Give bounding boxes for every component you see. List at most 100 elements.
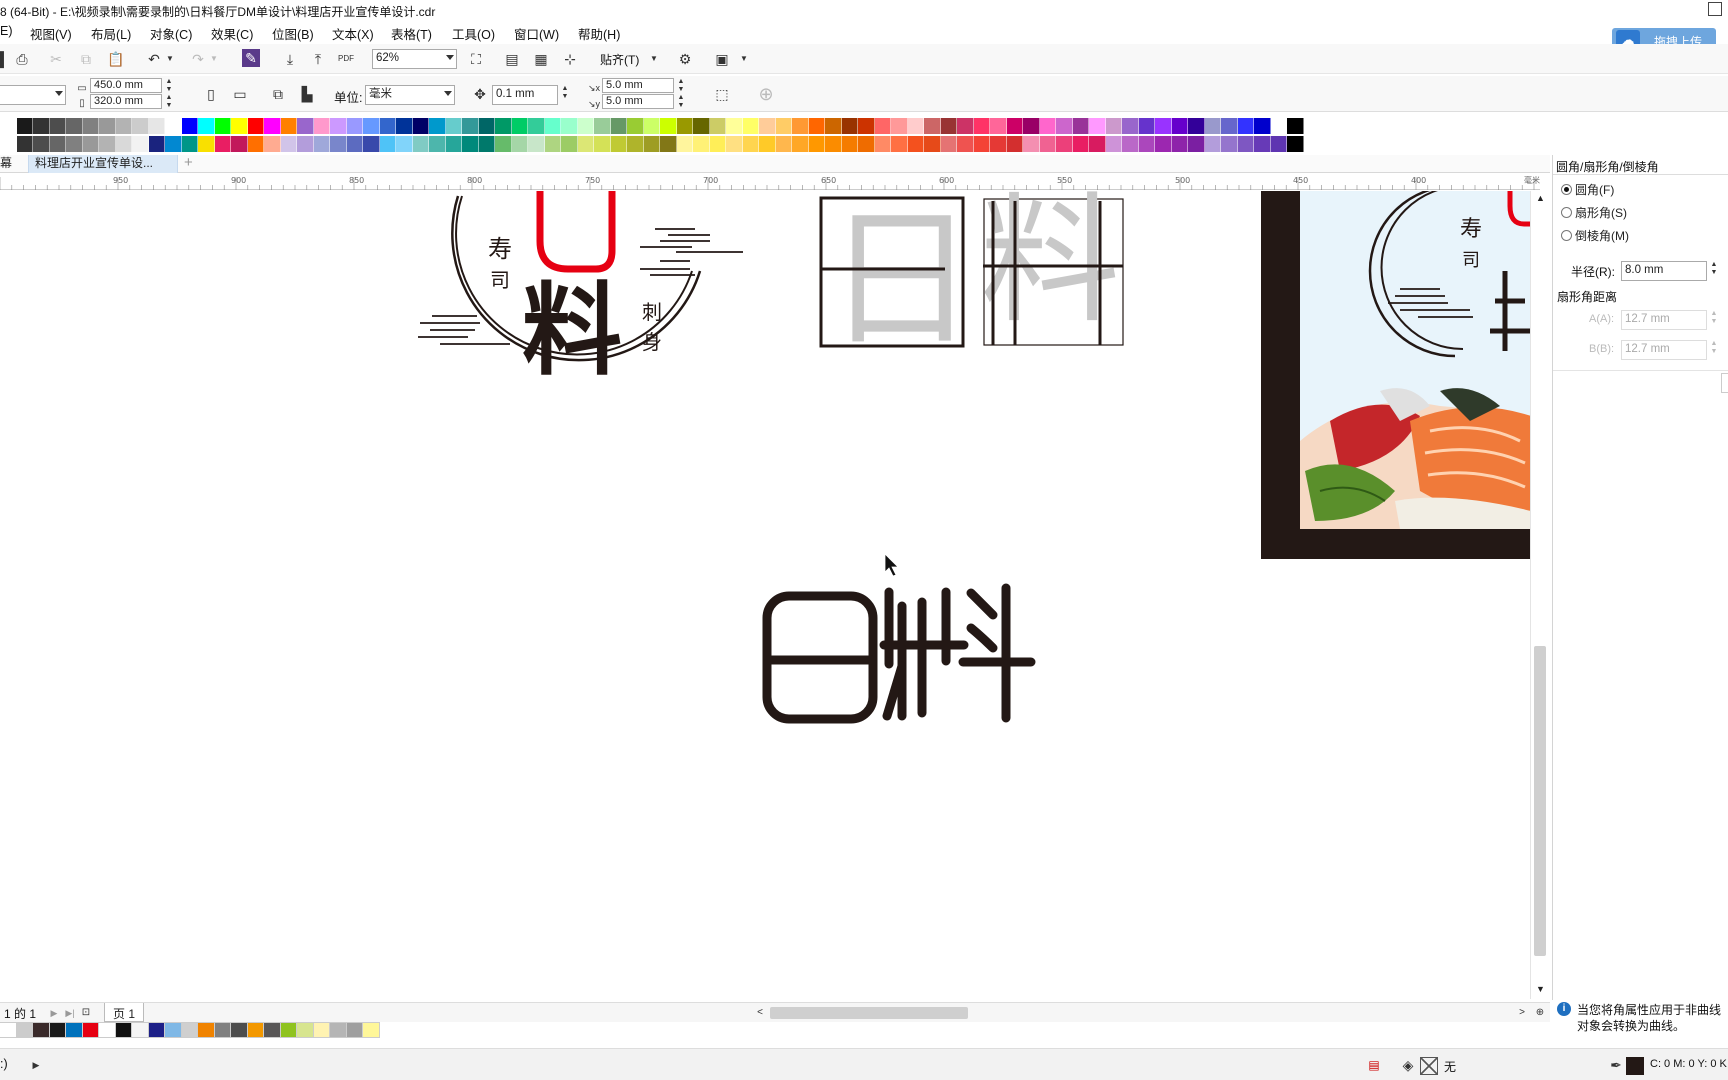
palette-row1-swatch[interactable] — [528, 118, 545, 134]
rounded-ri-ryo-glyph[interactable] — [762, 583, 1036, 724]
copy-icon[interactable]: ⧉ — [76, 49, 96, 69]
palette-row1-swatch[interactable] — [396, 118, 413, 134]
document-palette-swatch[interactable] — [330, 1022, 347, 1038]
palette-row2-swatch[interactable] — [478, 136, 495, 152]
palette-row1-swatch[interactable] — [577, 118, 594, 134]
page-width-field[interactable]: 450.0 mm — [90, 78, 162, 93]
treat-as-filled-icon[interactable]: ⬚ — [712, 84, 732, 104]
duplicate-y-field[interactable]: 5.0 mm — [602, 94, 674, 109]
undo-dropdown-icon[interactable]: ▼ — [160, 49, 180, 69]
document-palette-swatch[interactable] — [198, 1022, 215, 1038]
palette-row2-swatch[interactable] — [1089, 136, 1106, 152]
add-document-tab-icon[interactable]: + — [184, 155, 200, 173]
outline-pen-icon[interactable]: ✒ — [1606, 1055, 1626, 1075]
palette-row1-swatch[interactable] — [1221, 118, 1238, 134]
menu-item-5[interactable]: 位图(B) — [272, 24, 314, 43]
tab-current-document[interactable]: 料理店开业宣传单设... — [28, 155, 178, 173]
status-expand-icon[interactable]: ▶ — [26, 1055, 46, 1075]
palette-row2-swatch[interactable] — [742, 136, 759, 152]
palette-row1-swatch[interactable] — [1171, 118, 1188, 134]
document-palette-swatch[interactable] — [33, 1022, 50, 1038]
color-palette-row-2[interactable] — [0, 136, 1304, 152]
color-proof-icon[interactable]: ▤ — [1364, 1055, 1384, 1075]
palette-row2-swatch[interactable] — [1171, 136, 1188, 152]
palette-row2-swatch[interactable] — [825, 136, 842, 152]
palette-row1-swatch[interactable] — [924, 118, 941, 134]
palette-row1-swatch[interactable] — [1039, 118, 1056, 134]
color-palette-row-1[interactable] — [0, 118, 1304, 134]
palette-row1-swatch[interactable] — [775, 118, 792, 134]
redo-dropdown-icon[interactable]: ▼ — [204, 49, 224, 69]
add-preset-icon[interactable]: ⊕ — [756, 84, 776, 104]
show-guidelines-icon[interactable]: ⊹ — [560, 49, 580, 69]
unit-select[interactable]: 毫米 — [365, 85, 455, 105]
document-palette-swatch[interactable] — [264, 1022, 281, 1038]
palette-row1-swatch[interactable] — [1237, 118, 1254, 134]
palette-row1-swatch[interactable] — [957, 118, 974, 134]
distance-b-spinner[interactable]: ▲ ▼ — [1709, 340, 1719, 358]
radio-scallop[interactable] — [1561, 207, 1572, 218]
document-palette-swatch[interactable] — [66, 1022, 83, 1038]
document-palette-swatch[interactable] — [0, 1022, 17, 1038]
palette-row2-swatch[interactable] — [759, 136, 776, 152]
palette-row2-swatch[interactable] — [379, 136, 396, 152]
palette-row2-swatch[interactable] — [1270, 136, 1287, 152]
palette-row1-swatch[interactable] — [478, 118, 495, 134]
palette-row2-swatch[interactable] — [1188, 136, 1205, 152]
document-palette-swatch[interactable] — [247, 1022, 264, 1038]
palette-row1-swatch[interactable] — [841, 118, 858, 134]
document-palette-swatch[interactable] — [280, 1022, 297, 1038]
apply-button-edge[interactable] — [1721, 373, 1728, 393]
palette-row2-swatch[interactable] — [0, 136, 17, 152]
palette-row1-swatch[interactable] — [1122, 118, 1139, 134]
palette-row1-swatch[interactable] — [82, 118, 99, 134]
full-screen-icon[interactable]: ⛶ — [466, 49, 486, 69]
search-content-icon[interactable]: ✎ — [242, 49, 260, 67]
palette-row1-swatch[interactable] — [990, 118, 1007, 134]
palette-row2-swatch[interactable] — [181, 136, 198, 152]
palette-row2-swatch[interactable] — [544, 136, 561, 152]
document-palette-swatch[interactable] — [49, 1022, 66, 1038]
palette-row1-swatch[interactable] — [792, 118, 809, 134]
palette-row2-swatch[interactable] — [610, 136, 627, 152]
palette-row1-swatch[interactable] — [759, 118, 776, 134]
snap-dropdown-icon[interactable]: ▼ — [644, 49, 664, 69]
palette-row2-swatch[interactable] — [957, 136, 974, 152]
document-palette[interactable] — [0, 1022, 380, 1040]
palette-row1-swatch[interactable] — [429, 118, 446, 134]
palette-row2-swatch[interactable] — [1072, 136, 1089, 152]
palette-row1-swatch[interactable] — [1138, 118, 1155, 134]
menu-item-8[interactable]: 工具(O) — [452, 24, 495, 43]
document-palette-swatch[interactable] — [313, 1022, 330, 1038]
zoom-level-select[interactable]: 62% — [372, 49, 457, 69]
vertical-scroll-thumb[interactable] — [1534, 646, 1546, 956]
palette-row2-swatch[interactable] — [792, 136, 809, 152]
palette-row2-swatch[interactable] — [577, 136, 594, 152]
palette-row1-swatch[interactable] — [132, 118, 149, 134]
palette-row1-swatch[interactable] — [858, 118, 875, 134]
export-icon[interactable]: ⤒ — [308, 49, 328, 69]
palette-row1-swatch[interactable] — [610, 118, 627, 134]
palette-row2-swatch[interactable] — [561, 136, 578, 152]
palette-row1-swatch[interactable] — [264, 118, 281, 134]
palette-row2-swatch[interactable] — [709, 136, 726, 152]
palette-row2-swatch[interactable] — [528, 136, 545, 152]
drawing-canvas[interactable]: 寿 司 刺 身 料 日 料 — [0, 191, 1530, 999]
palette-row2-swatch[interactable] — [49, 136, 66, 152]
palette-row1-swatch[interactable] — [825, 118, 842, 134]
palette-row1-swatch[interactable] — [363, 118, 380, 134]
palette-row2-swatch[interactable] — [1023, 136, 1040, 152]
palette-row1-swatch[interactable] — [1089, 118, 1106, 134]
palette-row2-swatch[interactable] — [165, 136, 182, 152]
palette-row2-swatch[interactable] — [247, 136, 264, 152]
palette-row1-swatch[interactable] — [231, 118, 248, 134]
palette-row1-swatch[interactable] — [346, 118, 363, 134]
height-spinner[interactable]: ▲ ▼ — [164, 94, 174, 112]
document-palette-swatch[interactable] — [82, 1022, 99, 1038]
palette-row2-swatch[interactable] — [1006, 136, 1023, 152]
palette-row1-swatch[interactable] — [148, 118, 165, 134]
palette-row2-swatch[interactable] — [445, 136, 462, 152]
palette-row2-swatch[interactable] — [1105, 136, 1122, 152]
palette-row2-swatch[interactable] — [693, 136, 710, 152]
app-launcher-icon[interactable]: ▣ — [712, 49, 732, 69]
